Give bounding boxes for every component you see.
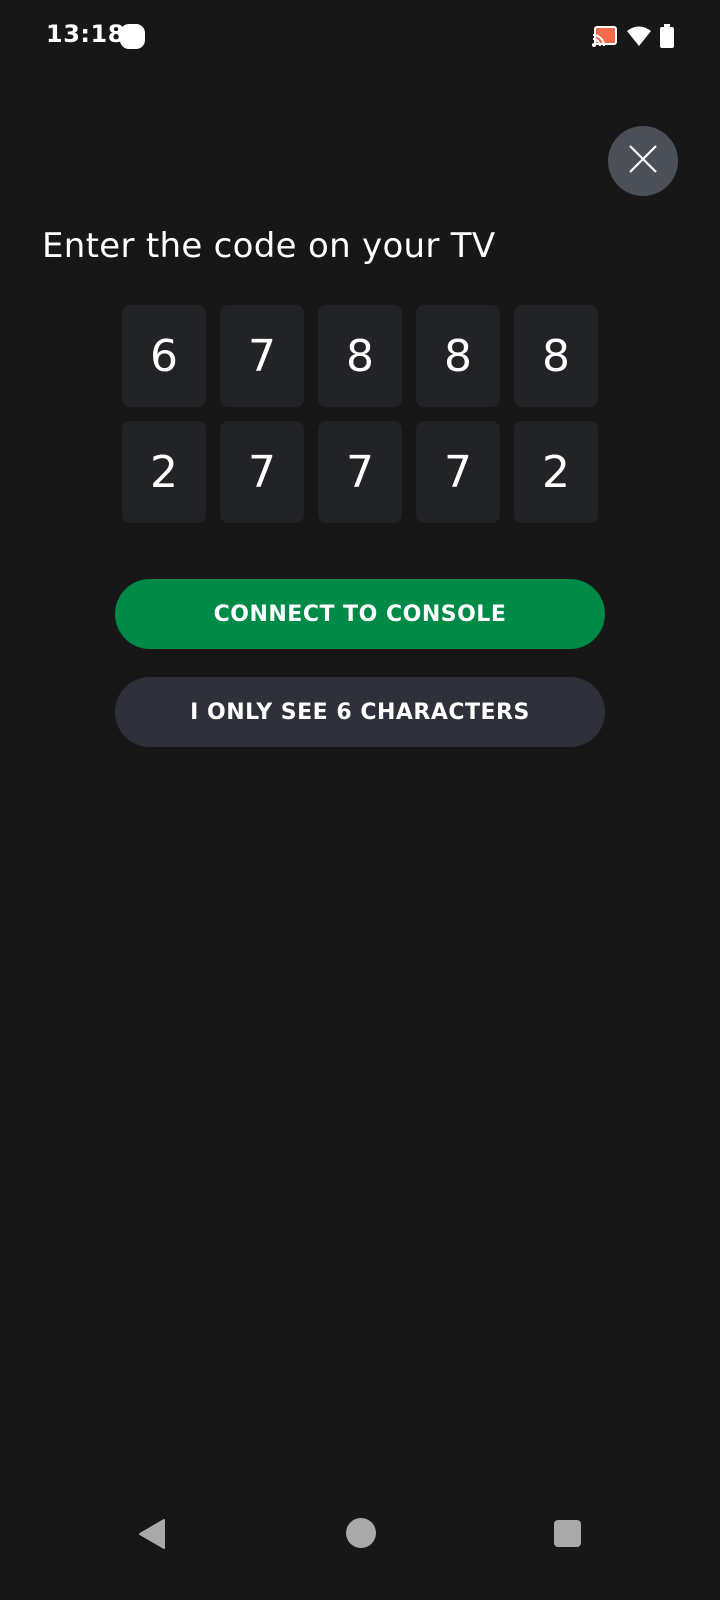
recents-icon[interactable] [554, 1520, 581, 1547]
code-character: 7 [220, 305, 304, 407]
code-character: 7 [220, 421, 304, 523]
connect-to-console-button[interactable]: CONNECT TO CONSOLE [115, 579, 605, 649]
app-notification-icon [120, 24, 145, 49]
code-character: 8 [416, 305, 500, 407]
code-grid: 6 7 8 8 8 2 7 7 7 2 [122, 305, 598, 523]
code-character: 8 [318, 305, 402, 407]
code-character: 7 [318, 421, 402, 523]
page-title: Enter the code on your TV [42, 226, 496, 266]
code-character: 6 [122, 305, 206, 407]
battery-icon [660, 24, 674, 48]
code-character: 7 [416, 421, 500, 523]
code-character: 8 [514, 305, 598, 407]
screen: 13:18 Enter the code on your TV 6 7 8 8 … [0, 0, 720, 1600]
navigation-bar [0, 1490, 720, 1600]
code-character: 2 [514, 421, 598, 523]
status-bar: 13:18 [0, 0, 720, 72]
close-icon [628, 144, 658, 178]
wifi-icon [626, 25, 652, 47]
status-icons [592, 22, 674, 50]
back-icon[interactable] [138, 1518, 166, 1554]
home-icon[interactable] [346, 1518, 376, 1548]
cast-icon [592, 25, 618, 47]
close-button[interactable] [608, 126, 678, 196]
code-character: 2 [122, 421, 206, 523]
status-time: 13:18 [46, 20, 125, 48]
only-see-six-characters-button[interactable]: I ONLY SEE 6 CHARACTERS [115, 677, 605, 747]
